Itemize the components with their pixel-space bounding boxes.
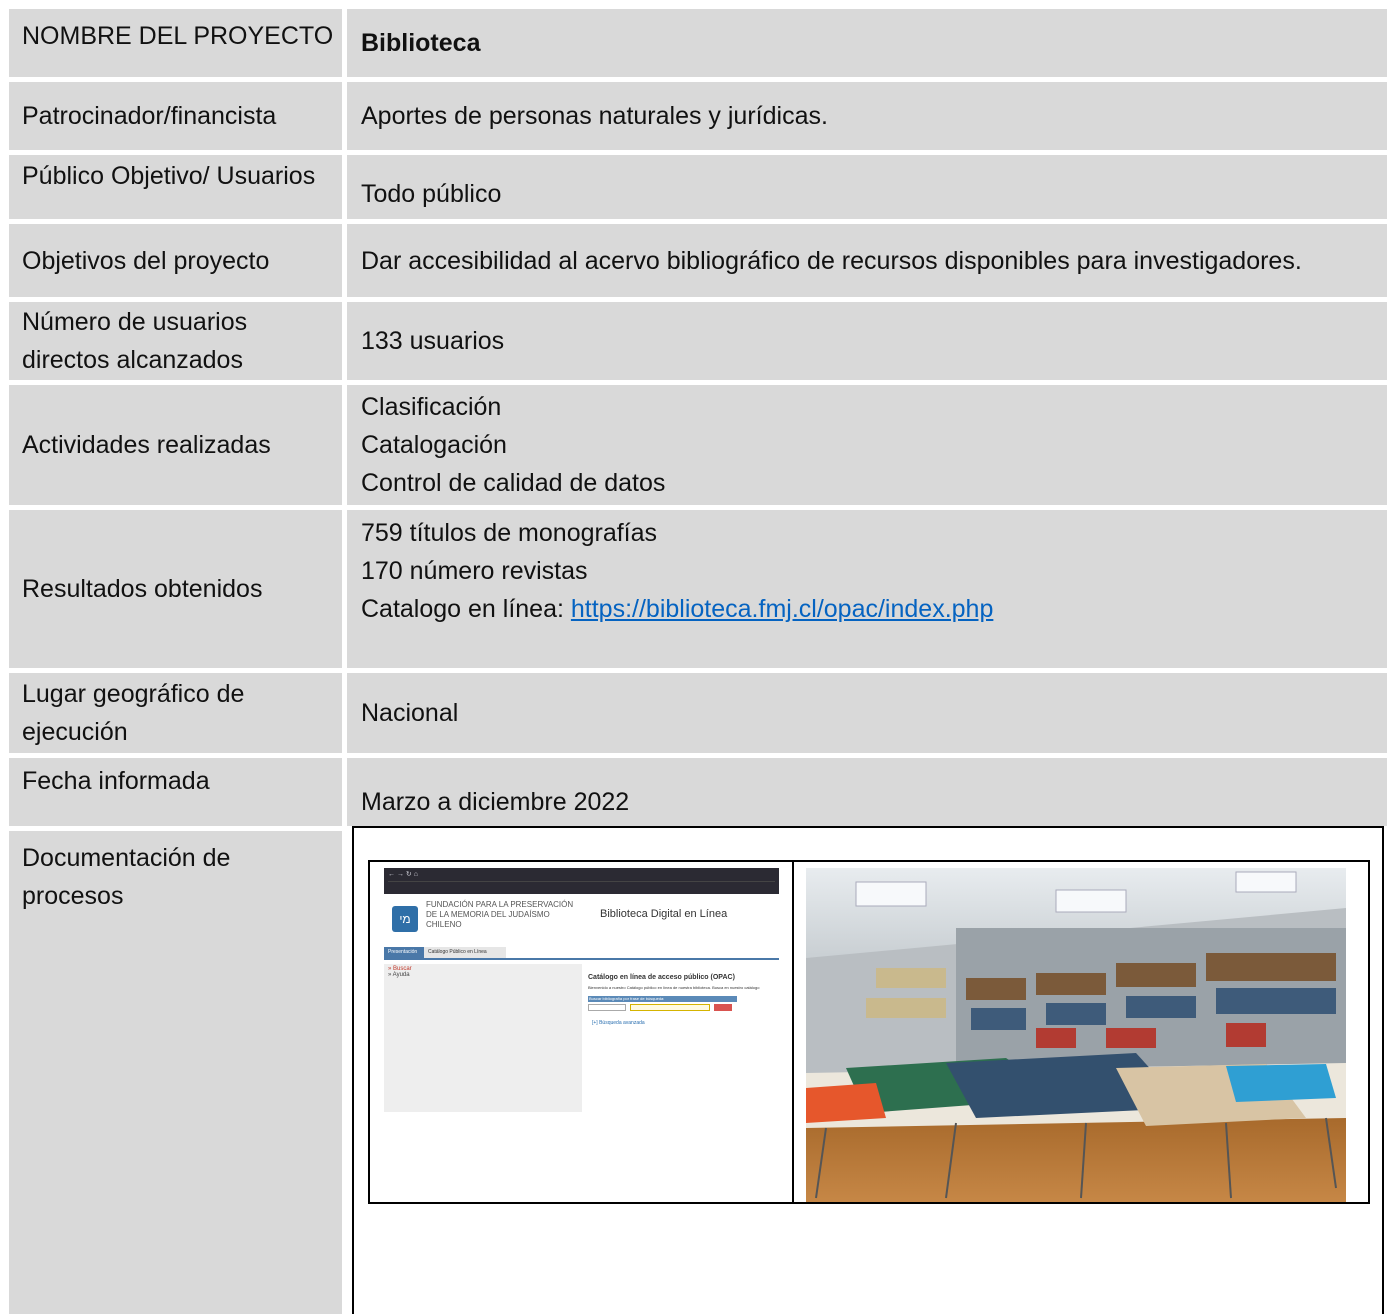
row-results: Resultados obtenidos 759 títulos de mono… <box>9 510 1387 668</box>
site-title: Biblioteca Digital en Línea <box>600 908 728 920</box>
catalog-screenshot: ← → ↻ ⌂ מי FUNDACIÓN PARA LA PRESERVACIÓ… <box>384 868 779 1130</box>
value-audience: Todo público <box>347 155 1387 219</box>
row-date: Fecha informada Marzo a diciembre 2022 <box>9 758 1387 826</box>
value-sponsor: Aportes de personas naturales y jurídica… <box>347 82 1387 150</box>
forward-icon: → <box>396 871 404 878</box>
library-photo-illustration <box>806 868 1346 1202</box>
catalog-link[interactable]: https://biblioteca.fmj.cl/opac/index.php <box>571 595 993 623</box>
org-name: FUNDACIÓN PARA LA PRESERVACIÓN DE LA MEM… <box>426 900 574 929</box>
search-field-select <box>588 1004 626 1011</box>
foundation-logo: מי <box>392 906 418 932</box>
catalog-prefix: Catalogo en línea: <box>361 595 571 623</box>
ceiling-light <box>1235 871 1297 893</box>
activity-item: Clasificación <box>361 393 502 421</box>
bookmarks-bar <box>388 881 775 895</box>
site-tabs: Presentación Catálogo Público en Línea <box>384 946 779 960</box>
label-objectives: Objetivos del proyecto <box>9 224 342 297</box>
result-item: 759 títulos de monografías <box>361 519 658 547</box>
label-documentation: Documentación de procesos <box>9 831 342 1314</box>
back-icon: ← <box>388 871 395 878</box>
tab-catalog: Catálogo Público en Línea <box>424 947 506 958</box>
value-location: Nacional <box>347 673 1387 753</box>
label-sponsor: Patrocinador/financista <box>9 82 342 150</box>
row-users: Número de usuarios directos alcanzados 1… <box>9 302 1387 380</box>
row-activities: Actividades realizadas Clasificación Cat… <box>9 385 1387 505</box>
home-icon: ⌂ <box>413 871 418 878</box>
search-button <box>714 1004 732 1011</box>
label-date: Fecha informada <box>9 758 342 826</box>
library-photo <box>806 868 1346 1202</box>
result-item: 170 número revistas <box>361 557 588 585</box>
browser-nav-bar: ← → ↻ ⌂ <box>388 868 775 881</box>
row-audience: Público Objetivo/ Usuarios Todo público <box>9 155 1387 219</box>
sidebar-link-help: » Ayuda <box>388 972 410 978</box>
opac-text: Bienvenido a nuestro Catálogo público en… <box>588 985 760 990</box>
search-input <box>630 1004 710 1011</box>
label-activities: Actividades realizadas <box>9 385 342 505</box>
advanced-search-link: [+] Búsqueda avanzada <box>592 1020 645 1026</box>
row-location: Lugar geográfico de ejecución Nacional <box>9 673 1387 753</box>
value-objectives: Dar accesibilidad al acervo bibliográfic… <box>347 224 1387 297</box>
value-results: 759 títulos de monografías 170 número re… <box>347 510 1387 668</box>
site-main: Catálogo en línea de acceso público (OPA… <box>586 964 779 1112</box>
label-audience: Público Objetivo/ Usuarios <box>9 155 342 219</box>
activity-item: Catalogación <box>361 431 507 459</box>
site-sidebar: » Buscar » Ayuda <box>384 964 582 1112</box>
search-header: Buscar bibliografía por frase de búsqued… <box>588 996 737 1002</box>
result-item-catalog: Catalogo en línea: https://biblioteca.fm… <box>361 590 1387 628</box>
image-divider <box>792 862 794 1202</box>
value-activities: Clasificación Catalogación Control de ca… <box>347 385 1387 505</box>
label-project-name: NOMBRE DEL PROYECTO <box>9 9 342 77</box>
documentation-frame: ← → ↻ ⌂ מי FUNDACIÓN PARA LA PRESERVACIÓ… <box>352 826 1384 1314</box>
ceiling-light <box>855 881 927 907</box>
row-project-name: NOMBRE DEL PROYECTO Biblioteca <box>9 9 1387 77</box>
tab-home: Presentación <box>384 947 428 958</box>
value-date: Marzo a diciembre 2022 <box>347 758 1387 826</box>
label-users: Número de usuarios directos alcanzados <box>9 302 342 380</box>
image-table: ← → ↻ ⌂ מי FUNDACIÓN PARA LA PRESERVACIÓ… <box>368 860 1370 1204</box>
site-header: מי FUNDACIÓN PARA LA PRESERVACIÓN DE LA … <box>384 894 779 946</box>
label-location: Lugar geográfico de ejecución <box>9 673 342 753</box>
value-users: 133 usuarios <box>347 302 1387 380</box>
opac-title: Catálogo en línea de acceso público (OPA… <box>588 974 735 981</box>
reload-icon: ↻ <box>405 871 412 878</box>
label-results: Resultados obtenidos <box>9 510 342 668</box>
value-project-name: Biblioteca <box>347 9 1387 77</box>
ceiling-light <box>1055 889 1127 913</box>
row-objectives: Objetivos del proyecto Dar accesibilidad… <box>9 224 1387 297</box>
search-row <box>588 1004 779 1012</box>
row-sponsor: Patrocinador/financista Aportes de perso… <box>9 82 1387 150</box>
browser-toolbar: ← → ↻ ⌂ <box>384 868 779 894</box>
activity-item: Control de calidad de datos <box>361 469 666 497</box>
